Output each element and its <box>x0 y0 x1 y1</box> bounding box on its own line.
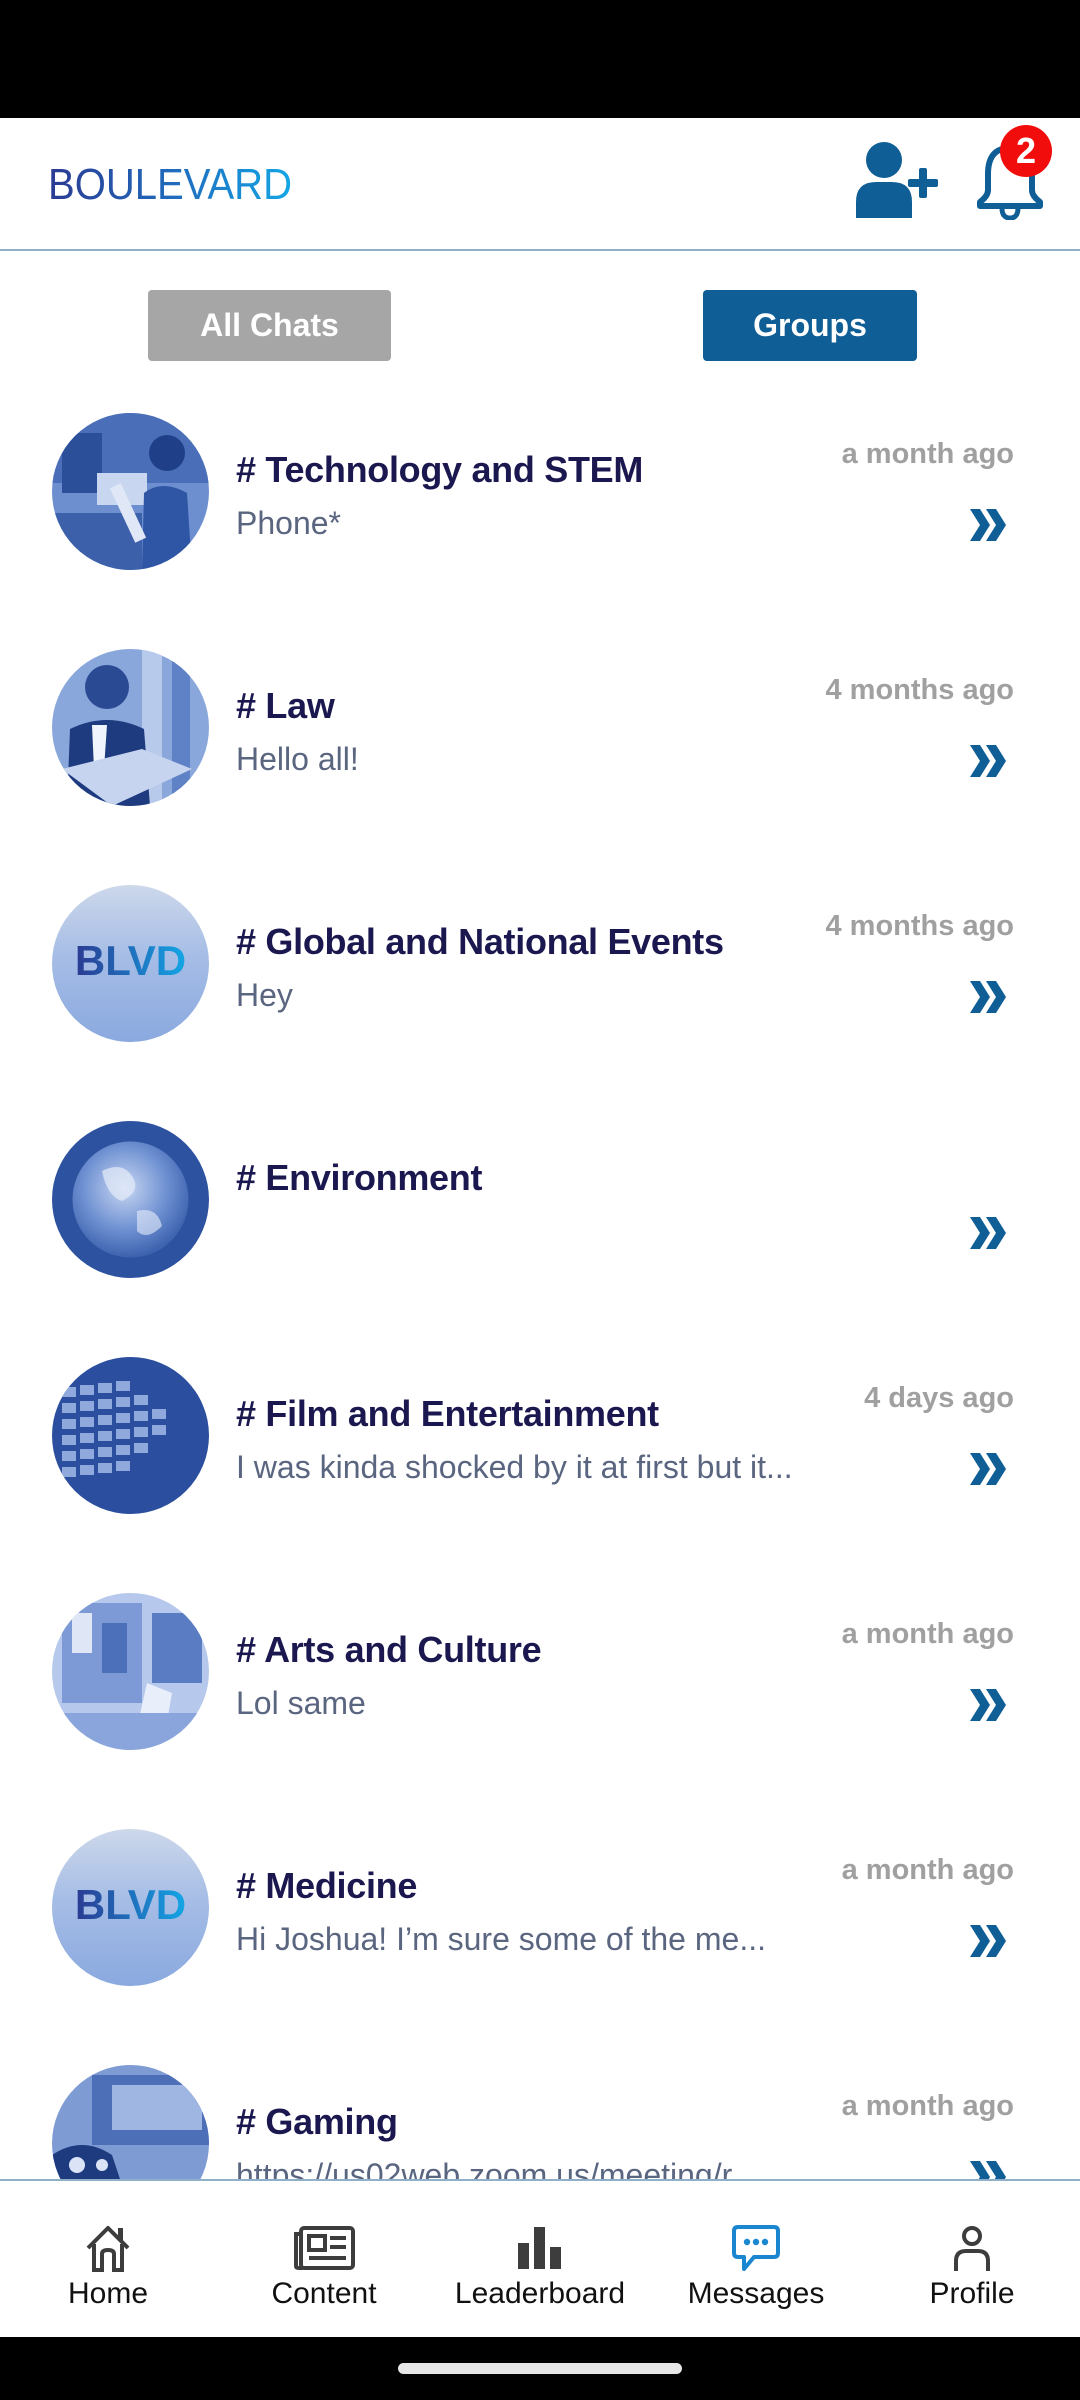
group-title: # Film and Entertainment <box>236 1393 659 1434</box>
home-gesture-handle[interactable] <box>398 2363 682 2374</box>
newspaper-icon <box>292 2223 356 2273</box>
group-avatar <box>52 413 209 570</box>
group-row-film[interactable]: # Film and Entertainment I was kinda sho… <box>0 1357 1080 1593</box>
home-icon <box>76 2223 140 2273</box>
group-timestamp: a month ago <box>841 1854 1014 1886</box>
group-title: # Technology and STEM <box>236 449 644 490</box>
group-avatar <box>52 1593 209 1750</box>
group-timestamp: 4 months ago <box>825 674 1014 706</box>
group-avatar: BLVD <box>52 1829 209 1986</box>
group-row-arts[interactable]: # Arts and Culture Lol same a month ago <box>0 1593 1080 1829</box>
status-bar <box>0 0 1080 118</box>
group-title: # Law <box>236 685 335 726</box>
chevron-double-right-icon[interactable] <box>968 981 1008 1013</box>
chevron-double-right-icon[interactable] <box>968 745 1008 777</box>
group-last-message: Hello all! <box>236 741 359 777</box>
app-header: BOULEVARD 2 <box>0 118 1080 251</box>
group-avatar <box>52 649 209 806</box>
person-add-icon <box>856 142 938 218</box>
system-navigation-bar <box>0 2337 1080 2400</box>
group-avatar <box>52 1121 209 1278</box>
group-last-message: Phone* <box>236 505 341 541</box>
group-last-message: https://us02web.zoom.us/meeting/r... <box>236 2157 758 2180</box>
chevron-double-right-icon[interactable] <box>968 1925 1008 1957</box>
nav-content[interactable]: Content <box>216 2181 432 2337</box>
group-avatar <box>52 2065 209 2180</box>
blvd-logo-text: BLVD <box>75 937 186 984</box>
group-row-technology[interactable]: # Technology and STEM Phone* a month ago <box>0 413 1080 649</box>
nav-label: Profile <box>929 2277 1015 2310</box>
group-timestamp: a month ago <box>841 2090 1014 2122</box>
group-timestamp: 4 days ago <box>864 1382 1014 1414</box>
group-title: # Environment <box>236 1157 483 1198</box>
nav-profile[interactable]: Profile <box>864 2181 1080 2337</box>
group-avatar <box>52 1357 209 1514</box>
chevron-double-right-icon[interactable] <box>968 509 1008 541</box>
nav-leaderboard[interactable]: Leaderboard <box>432 2181 648 2337</box>
bar-chart-icon <box>508 2223 572 2273</box>
group-last-message: Hey <box>236 977 293 1013</box>
group-title: # Global and National Events <box>236 921 724 962</box>
group-last-message: Lol same <box>236 1685 366 1721</box>
boulevard-logo: BOULEVARD <box>48 161 294 203</box>
add-friend-button[interactable] <box>852 140 944 218</box>
group-row-environment[interactable]: # Environment <box>0 1121 1080 1357</box>
person-icon <box>940 2223 1004 2273</box>
chevron-double-right-icon[interactable] <box>968 1217 1008 1249</box>
group-row-medicine[interactable]: BLVD # Medicine Hi Joshua! I’m sure some… <box>0 1829 1080 2065</box>
group-title: # Gaming <box>236 2101 398 2142</box>
bottom-nav: Home Content Leaderboard Messages Profil… <box>0 2181 1080 2337</box>
logo-text: BOULEVARD <box>48 161 292 203</box>
group-last-message: I was kinda shocked by it at first but i… <box>236 1449 793 1485</box>
group-timestamp: 4 months ago <box>825 910 1014 942</box>
group-title: # Arts and Culture <box>236 1629 542 1670</box>
group-row-global-events[interactable]: BLVD # Global and National Events Hey 4 … <box>0 885 1080 1121</box>
group-row-gaming[interactable]: # Gaming https://us02web.zoom.us/meeting… <box>0 2065 1080 2180</box>
group-avatar: BLVD <box>52 885 209 1042</box>
chat-bubble-icon <box>724 2223 788 2273</box>
chevron-double-right-icon[interactable] <box>968 1689 1008 1721</box>
group-list[interactable]: # Technology and STEM Phone* a month ago… <box>0 252 1080 2180</box>
nav-label: Leaderboard <box>454 2277 626 2310</box>
group-last-message: Hi Joshua! I’m sure some of the me... <box>236 1921 766 1957</box>
chevron-double-right-icon[interactable] <box>968 2161 1008 2180</box>
nav-messages[interactable]: Messages <box>648 2181 864 2337</box>
nav-home[interactable]: Home <box>0 2181 216 2337</box>
group-row-law[interactable]: # Law Hello all! 4 months ago <box>0 649 1080 885</box>
chevron-double-right-icon[interactable] <box>968 1453 1008 1485</box>
nav-label: Home <box>67 2277 149 2310</box>
blvd-logo-text: BLVD <box>75 1881 186 1928</box>
group-timestamp: a month ago <box>841 438 1014 470</box>
nav-label: Messages <box>687 2277 825 2310</box>
group-timestamp: a month ago <box>841 1618 1014 1650</box>
group-title: # Medicine <box>236 1865 418 1906</box>
notification-badge: 2 <box>1000 125 1052 177</box>
nav-label: Content <box>271 2277 377 2310</box>
